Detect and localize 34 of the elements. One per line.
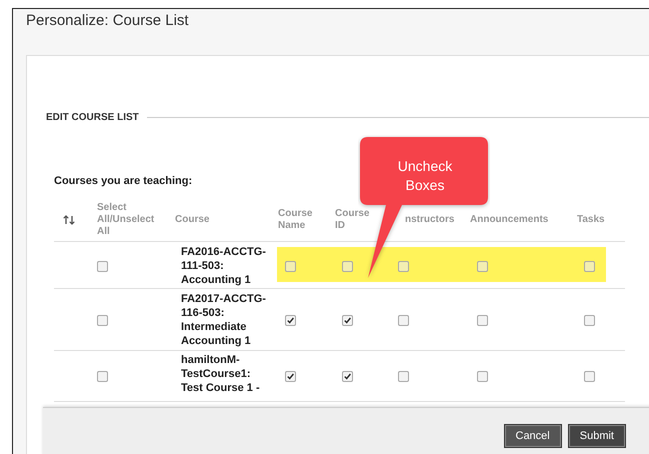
checkbox[interactable] bbox=[285, 314, 296, 326]
checkbox[interactable] bbox=[97, 260, 108, 272]
sort-icon[interactable] bbox=[63, 215, 75, 225]
course-title: hamiltonM-TestCourse1: Test Course 1 - bbox=[180, 353, 261, 396]
course-title: FA2017-ACCTG-116-503: Intermediate Accounting 1 bbox=[180, 292, 267, 349]
checkbox[interactable] bbox=[97, 370, 108, 382]
column-header: Announcements bbox=[470, 214, 550, 226]
checkbox[interactable] bbox=[398, 370, 409, 382]
checkbox[interactable] bbox=[477, 370, 488, 382]
callout-text: Uncheck Boxes bbox=[396, 157, 454, 195]
column-header: nstructors bbox=[404, 214, 456, 226]
column-header: Course ID bbox=[335, 208, 370, 232]
checkbox[interactable] bbox=[584, 314, 595, 326]
submit-button[interactable]: Submit bbox=[568, 424, 626, 448]
section-heading: EDIT COURSE LIST bbox=[46, 112, 139, 123]
checkbox[interactable] bbox=[398, 260, 409, 272]
checkbox[interactable] bbox=[285, 370, 296, 382]
section-subtitle: Courses you are teaching: bbox=[54, 175, 192, 187]
checkbox[interactable] bbox=[342, 314, 353, 326]
column-header: Tasks bbox=[577, 214, 606, 226]
checkbox[interactable] bbox=[477, 260, 488, 272]
checkbox[interactable] bbox=[342, 260, 353, 272]
cancel-button[interactable]: Cancel bbox=[504, 424, 562, 448]
checkbox[interactable] bbox=[285, 260, 296, 272]
checkbox[interactable] bbox=[584, 260, 595, 272]
checkbox[interactable] bbox=[398, 314, 409, 326]
checkbox[interactable] bbox=[342, 370, 353, 382]
column-header: Course bbox=[175, 214, 210, 226]
course-title: FA2016-ACCTG-111-503: Accounting 1 bbox=[180, 245, 267, 288]
checkbox[interactable] bbox=[584, 370, 595, 382]
checkbox[interactable] bbox=[97, 314, 108, 326]
checkbox[interactable] bbox=[477, 314, 488, 326]
window-title: Personalize: Course List bbox=[26, 12, 189, 29]
column-header: Course Name bbox=[278, 208, 314, 232]
